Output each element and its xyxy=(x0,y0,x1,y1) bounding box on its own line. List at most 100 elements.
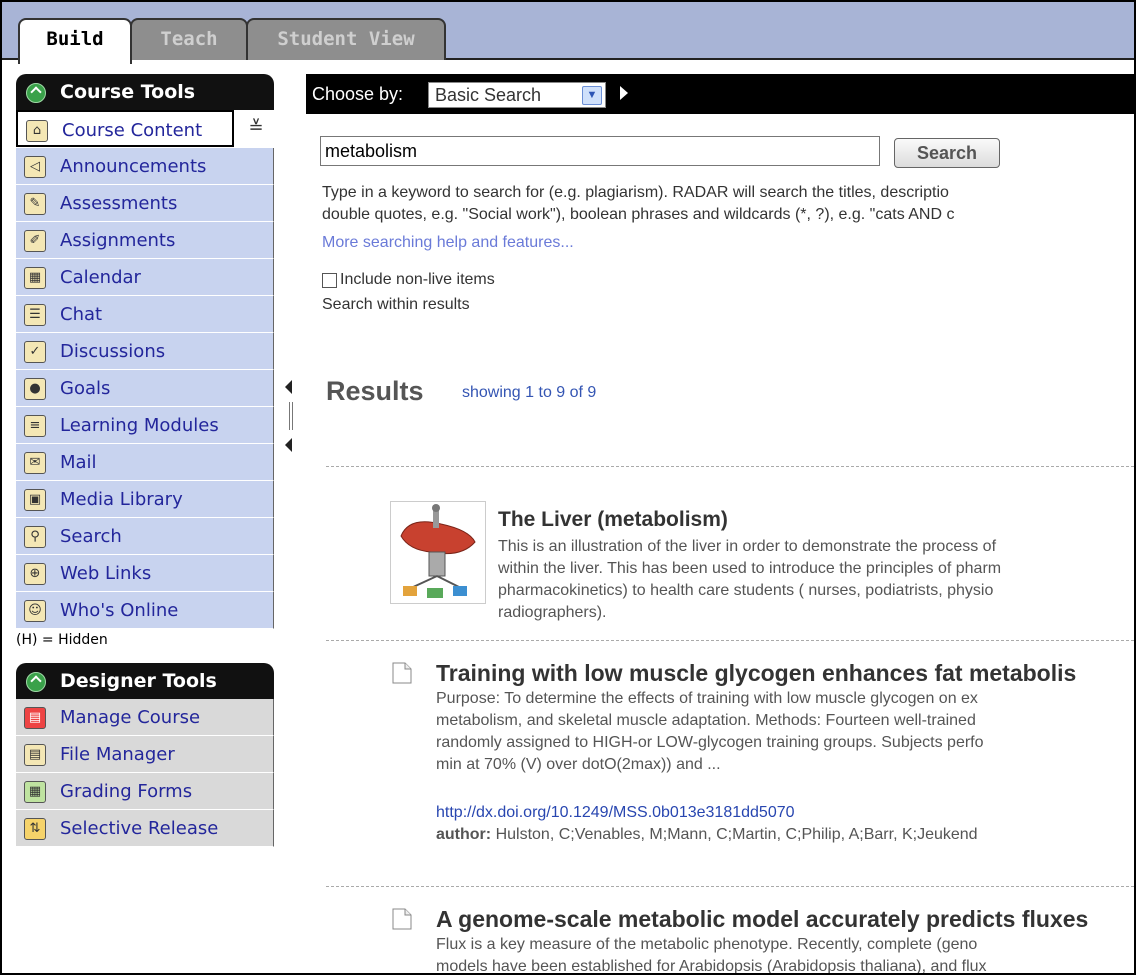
description-line: randomly assigned to HIGH-or LOW-glycoge… xyxy=(436,734,984,751)
search-mode-select[interactable]: Basic Search ▼ xyxy=(428,82,606,108)
result-title[interactable]: The Liver (metabolism) xyxy=(498,508,728,532)
designer-tools-title: Designer Tools xyxy=(60,670,217,692)
sidebar-item-learning-modules[interactable]: ≡ Learning Modules xyxy=(16,407,274,444)
search-icon: ⚲ xyxy=(24,526,46,548)
globe-icon: ⊕ xyxy=(24,563,46,585)
collapse-up-icon[interactable] xyxy=(26,83,46,103)
document-icon xyxy=(392,908,412,930)
author-names: Hulston, C;Venables, M;Mann, C;Martin, C… xyxy=(495,826,978,843)
collapse-up-icon[interactable] xyxy=(26,672,46,692)
results-count: showing 1 to 9 of 9 xyxy=(462,384,597,401)
tab-bar: Build Teach Student View xyxy=(2,2,1134,64)
choose-bar: Choose by: Basic Search ▼ xyxy=(306,74,1134,114)
include-non-live-checkbox[interactable] xyxy=(322,273,337,288)
sidebar-item-whos-online[interactable]: ☺ Who's Online xyxy=(16,592,274,629)
sidebar-item-label: Goals xyxy=(60,378,111,399)
result-link[interactable]: http://dx.doi.org/10.1249/MSS.0b013e3181… xyxy=(436,804,795,822)
sidebar-item-file-manager[interactable]: ▤ File Manager xyxy=(16,736,274,773)
collapse-left-icon[interactable] xyxy=(285,380,292,394)
sidebar: Course Tools ⌂ Course Content ≚ ◁ Announc… xyxy=(16,74,274,847)
sidebar-item-label: Course Content xyxy=(62,120,203,141)
collapse-left-icon[interactable] xyxy=(285,438,292,452)
document-icon xyxy=(392,662,412,684)
description-line: within the liver. This has been used to … xyxy=(498,560,1002,577)
sidebar-item-label: Announcements xyxy=(60,156,207,177)
divider xyxy=(326,640,1134,641)
hidden-legend: (H) = Hidden xyxy=(16,632,108,648)
assessment-icon: ✎ xyxy=(24,193,46,215)
tab-teach[interactable]: Teach xyxy=(130,18,248,60)
mail-icon: ✉ xyxy=(24,452,46,474)
drag-handle[interactable] xyxy=(289,402,293,430)
sidebar-item-label: Calendar xyxy=(60,267,141,288)
description-line: Flux is a key measure of the metabolic p… xyxy=(436,936,978,953)
result-description: This is an illustration of the liver in … xyxy=(498,536,1001,624)
app-frame: Build Teach Student View Course Tools ⌂ … xyxy=(0,0,1136,975)
home-icon: ⌂ xyxy=(26,120,48,142)
sidebar-item-web-links[interactable]: ⊕ Web Links xyxy=(16,555,274,592)
grading-icon: ▦ xyxy=(24,781,46,803)
tab-student-view[interactable]: Student View xyxy=(246,18,446,60)
help-line: double quotes, e.g. "Social work"), bool… xyxy=(322,206,955,223)
sidebar-item-course-content[interactable]: ⌂ Course Content xyxy=(16,110,234,147)
chevron-down-icon[interactable]: ▼ xyxy=(582,86,602,105)
results-title: Results xyxy=(326,376,424,406)
description-line: pharmacokinetics) to health care student… xyxy=(498,582,994,599)
search-mode-value: Basic Search xyxy=(435,85,542,105)
sidebar-item-selective-release[interactable]: ⇅ Selective Release xyxy=(16,810,274,847)
search-help-text: Type in a keyword to search for (e.g. pl… xyxy=(322,182,1134,226)
course-tools-header[interactable]: Course Tools xyxy=(16,74,274,110)
help-line: Type in a keyword to search for (e.g. pl… xyxy=(322,184,949,201)
sidebar-item-media-library[interactable]: ▣ Media Library xyxy=(16,481,274,518)
sidebar-item-label: Learning Modules xyxy=(60,415,219,436)
search-within-results[interactable]: Search within results xyxy=(322,296,470,314)
sidebar-item-label: Web Links xyxy=(60,563,152,584)
help-link[interactable]: More searching help and features... xyxy=(322,234,574,252)
sidebar-item-goals[interactable]: ● Goals xyxy=(16,370,274,407)
pushpin-icon: ✓ xyxy=(24,341,46,363)
sidebar-item-label: Media Library xyxy=(60,489,183,510)
sidebar-item-chat[interactable]: ☰ Chat xyxy=(16,296,274,333)
release-icon: ⇅ xyxy=(24,818,46,840)
choose-by-label: Choose by: xyxy=(312,84,404,104)
sidebar-item-mail[interactable]: ✉ Mail xyxy=(16,444,274,481)
designer-tools-header[interactable]: Designer Tools xyxy=(16,663,274,699)
result-title[interactable]: Training with low muscle glycogen enhanc… xyxy=(436,660,1076,687)
include-non-live-label: Include non-live items xyxy=(340,271,495,288)
sidebar-item-label: File Manager xyxy=(60,744,175,765)
sidebar-item-manage-course[interactable]: ▤ Manage Course xyxy=(16,699,274,736)
divider xyxy=(326,886,1134,887)
sidebar-item-assessments[interactable]: ✎ Assessments xyxy=(16,185,274,222)
sidebar-item-discussions[interactable]: ✓ Discussions xyxy=(16,333,274,370)
description-line: models have been established for Arabido… xyxy=(436,958,987,973)
file-manager-icon: ▤ xyxy=(24,744,46,766)
result-author: author: Hulston, C;Venables, M;Mann, C;M… xyxy=(436,826,978,844)
sidebar-item-label: Chat xyxy=(60,304,103,325)
result-title[interactable]: A genome-scale metabolic model accuratel… xyxy=(436,906,1088,933)
chevron-down-icon[interactable]: ≚ xyxy=(238,110,274,148)
description-line: radiographers). xyxy=(498,604,607,621)
sidebar-item-label: Assessments xyxy=(60,193,178,214)
person-icon: ☺ xyxy=(24,600,46,622)
calendar-icon: ▦ xyxy=(24,267,46,289)
sidebar-item-assignments[interactable]: ✐ Assignments xyxy=(16,222,274,259)
sidebar-item-label: Search xyxy=(60,526,122,547)
result-description: Flux is a key measure of the metabolic p… xyxy=(436,934,987,973)
search-button[interactable]: Search xyxy=(894,138,1000,168)
description-line: This is an illustration of the liver in … xyxy=(498,538,997,555)
tab-build[interactable]: Build xyxy=(18,18,132,64)
megaphone-icon: ◁ xyxy=(24,156,46,178)
divider xyxy=(326,466,1134,467)
sidebar-item-announcements[interactable]: ◁ Announcements xyxy=(16,148,274,185)
sidebar-item-search[interactable]: ⚲ Search xyxy=(16,518,274,555)
result-thumbnail[interactable] xyxy=(390,501,486,604)
designer-tools-panel: Designer Tools ▤ Manage Course ▤ File Mana… xyxy=(16,663,274,847)
media-icon: ▣ xyxy=(24,489,46,511)
search-input[interactable]: metabolism xyxy=(320,136,880,166)
sidebar-item-calendar[interactable]: ▦ Calendar xyxy=(16,259,274,296)
play-arrow-icon[interactable] xyxy=(620,86,628,100)
sidebar-item-grading-forms[interactable]: ▦ Grading Forms xyxy=(16,773,274,810)
sidebar-item-label: Who's Online xyxy=(60,600,179,621)
description-line: min at 70% (V) over dotO(2max)) and ... xyxy=(436,756,721,773)
sidebar-splitter[interactable] xyxy=(284,380,296,454)
